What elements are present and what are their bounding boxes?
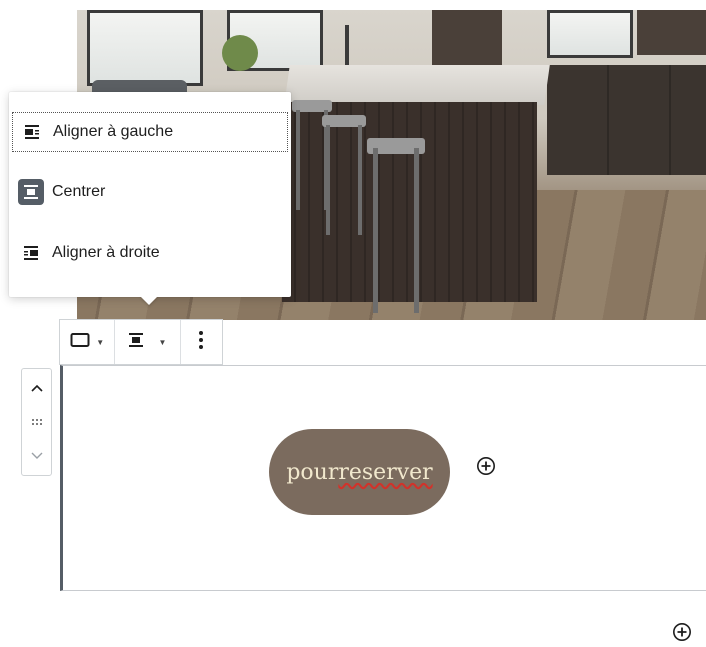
chevron-down-icon: ▼ xyxy=(96,337,105,347)
drag-handle-icon xyxy=(31,413,43,431)
block-mover xyxy=(21,368,52,476)
more-options-button[interactable] xyxy=(181,320,222,364)
plus-circle-icon xyxy=(476,457,496,480)
block-toolbar: ▼ ▼ xyxy=(59,319,223,365)
menu-item-label: Centrer xyxy=(52,183,106,200)
alignment-dropdown: Aligner à gauche Centrer Aligner à droit… xyxy=(9,92,291,297)
block-inserter-button[interactable] xyxy=(672,622,692,642)
more-vertical-icon xyxy=(198,330,204,355)
move-down-button[interactable] xyxy=(22,443,51,469)
align-right-icon xyxy=(18,240,44,266)
reserve-button[interactable]: pour reserver xyxy=(269,429,450,515)
align-left-icon xyxy=(19,119,45,145)
align-center-icon xyxy=(128,332,144,353)
plus-circle-icon xyxy=(672,623,692,646)
chevron-down-icon: ▼ xyxy=(158,337,167,347)
menu-item-label: Aligner à droite xyxy=(52,244,160,261)
drag-handle[interactable] xyxy=(22,409,51,435)
button-text-misspelled: reserver xyxy=(338,459,433,485)
menu-item-align-right[interactable]: Aligner à droite xyxy=(12,233,288,273)
button-text-plain: pour xyxy=(286,459,339,485)
align-center-icon xyxy=(18,179,44,205)
menu-item-center[interactable]: Centrer xyxy=(12,172,288,212)
menu-item-align-left[interactable]: Aligner à gauche xyxy=(12,112,288,152)
alignment-button[interactable]: ▼ xyxy=(115,320,181,364)
dropdown-arrow xyxy=(140,296,158,305)
move-up-button[interactable] xyxy=(22,375,51,401)
chevron-up-icon xyxy=(30,379,43,397)
chevron-down-icon xyxy=(31,447,43,465)
menu-item-label: Aligner à gauche xyxy=(53,123,174,140)
button-block-icon xyxy=(70,332,90,353)
block-type-switcher[interactable]: ▼ xyxy=(60,320,116,364)
inline-inserter-button[interactable] xyxy=(476,456,496,476)
